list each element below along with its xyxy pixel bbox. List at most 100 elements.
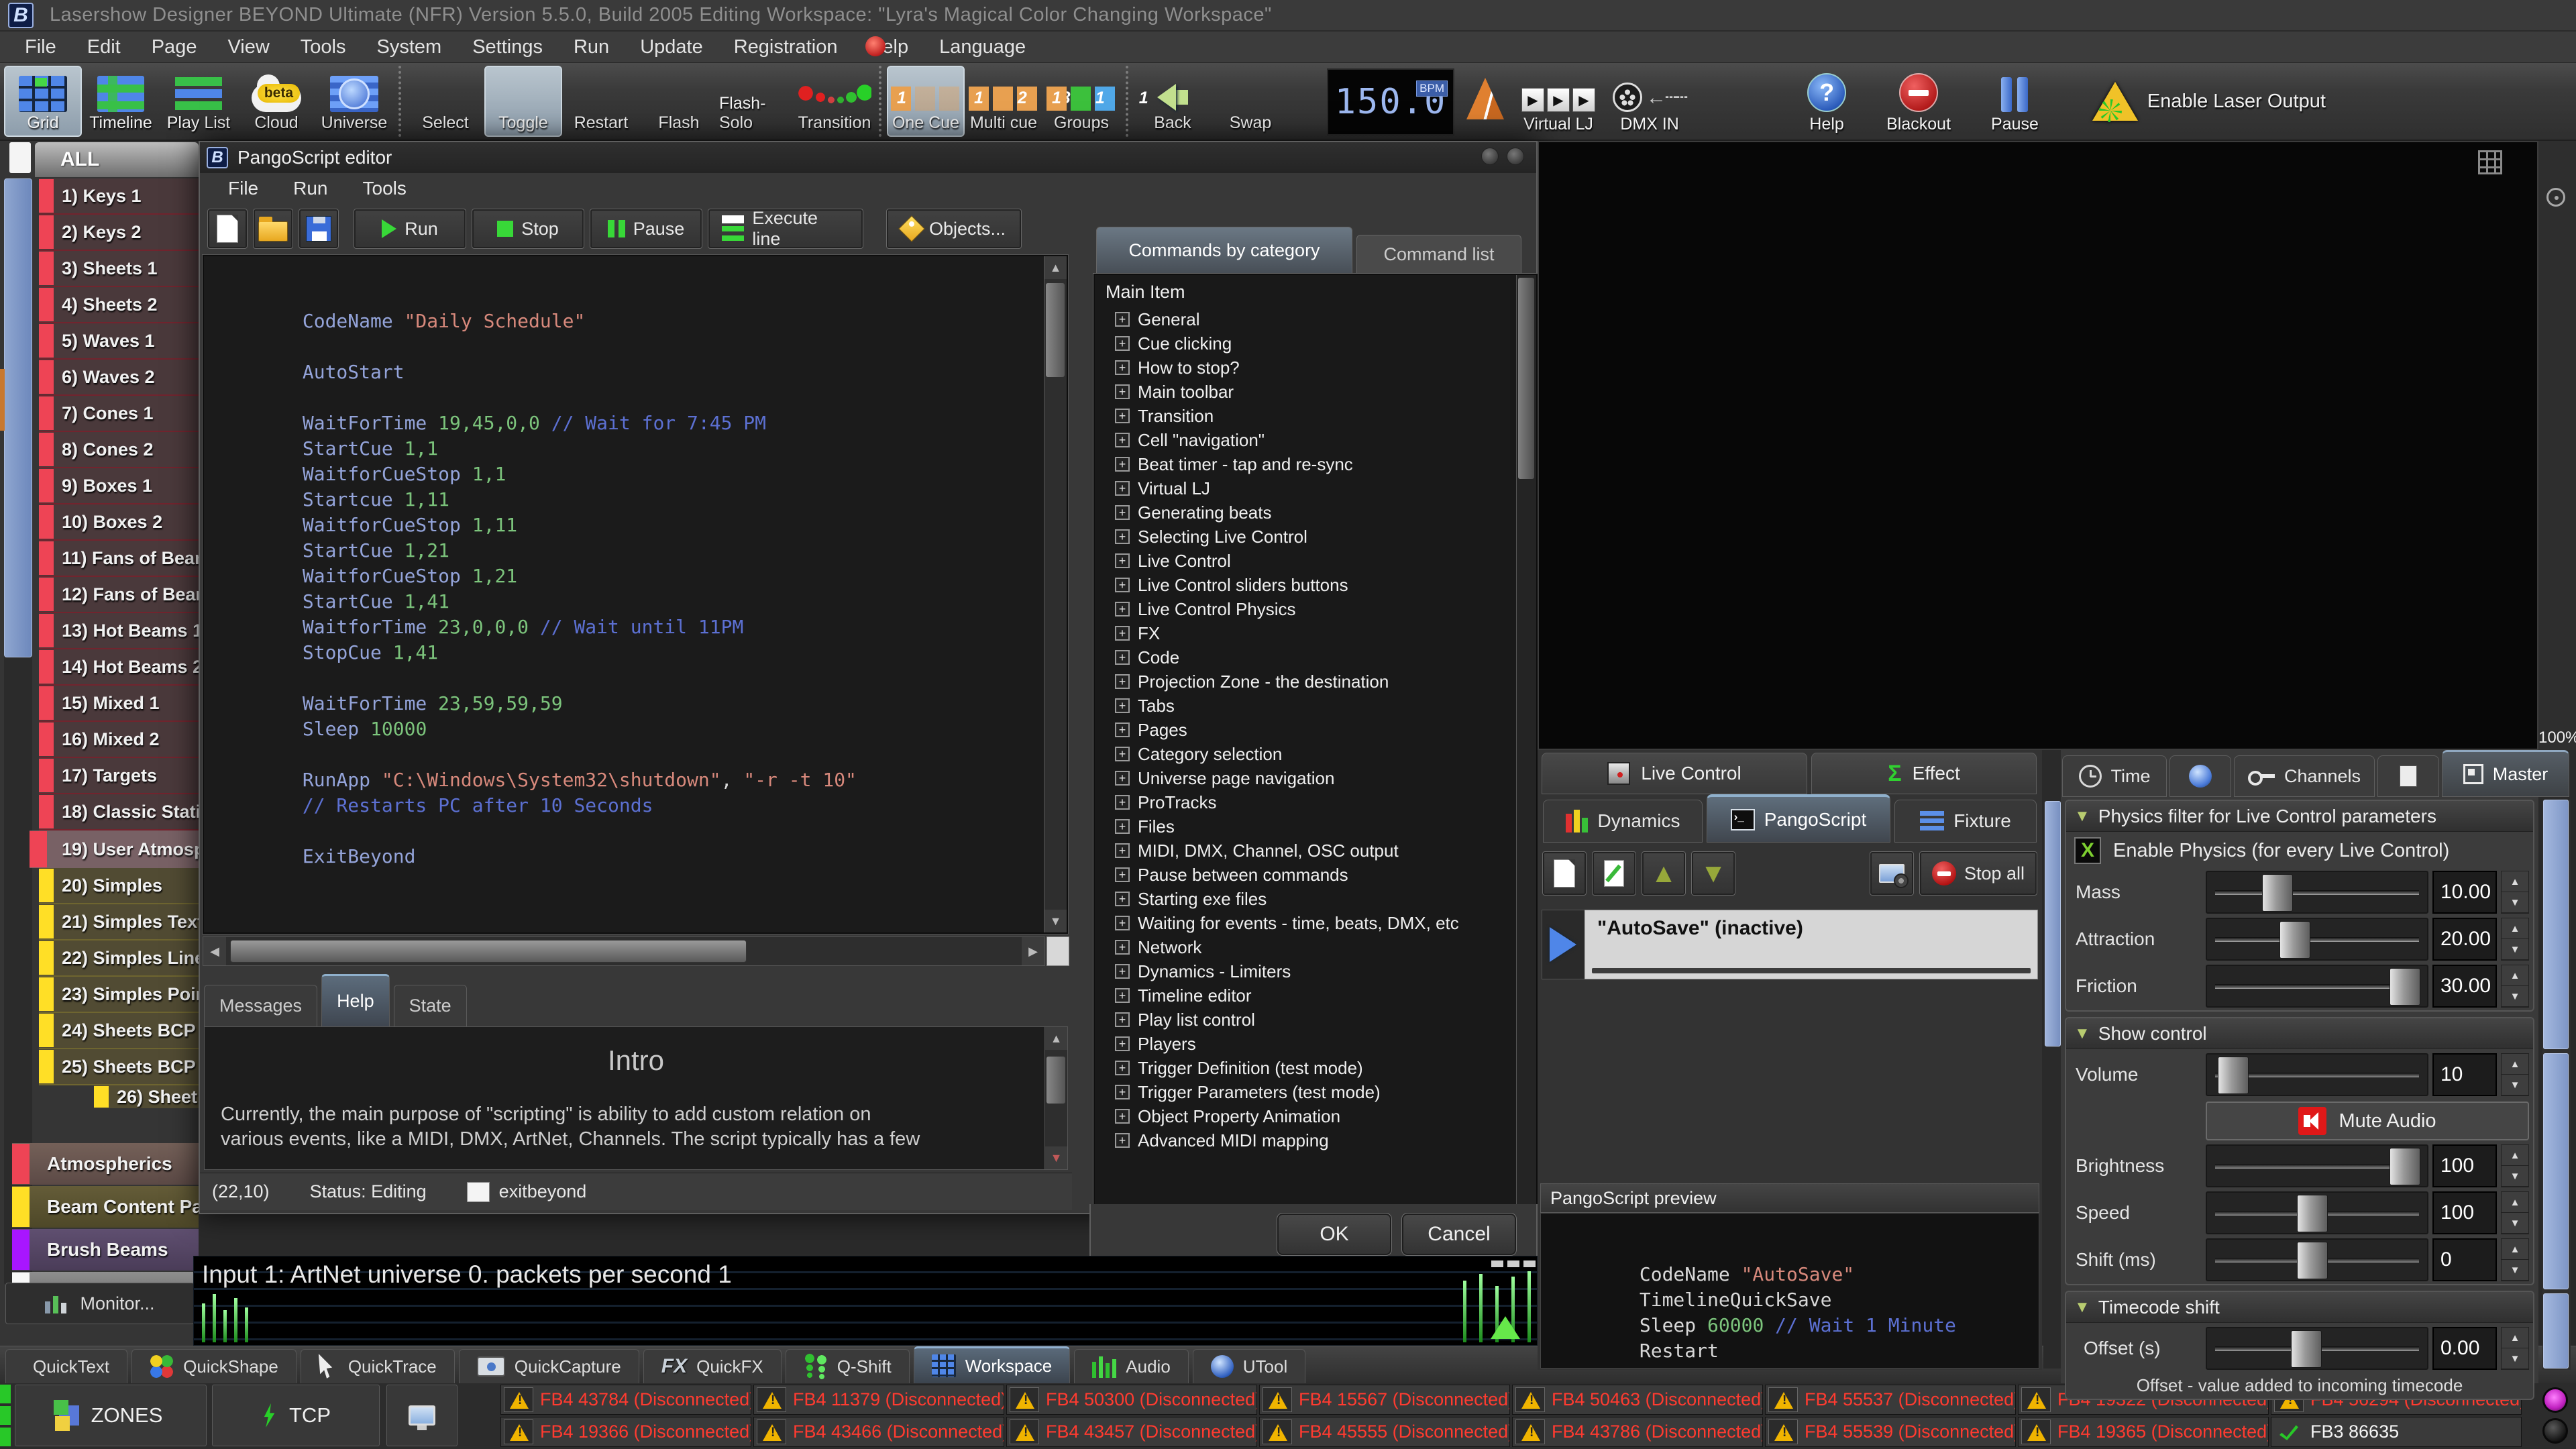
tab-live-control[interactable]: Live Control — [1542, 753, 1807, 794]
objects-button[interactable]: Objects... — [887, 209, 1021, 248]
tree-item[interactable]: + FX — [1106, 621, 1536, 645]
tab-messages[interactable]: Messages — [204, 985, 317, 1026]
tab-commands-by-category[interactable]: Commands by category — [1096, 227, 1352, 274]
tab-pages[interactable] — [2377, 755, 2439, 797]
expand-plus-icon[interactable]: + — [1115, 1133, 1130, 1148]
toolbar-button[interactable]: Play List — [160, 66, 237, 137]
device-cell[interactable]: FB4 19365 (Disconnected) — [2018, 1417, 2269, 1447]
page-list-item[interactable]: 8) Cones 2 — [39, 432, 199, 468]
monitor-button[interactable]: Monitor... — [5, 1283, 195, 1324]
tree-item[interactable]: + Live Control — [1106, 549, 1536, 573]
parameter-value[interactable]: 0 — [2432, 1238, 2497, 1281]
script-monitor-button[interactable] — [1870, 852, 1913, 895]
enable-laser-output-button[interactable]: Enable Laser Output — [2092, 66, 2326, 137]
commands-tree[interactable]: Main Item + General + Cue clicking + How… — [1093, 274, 1538, 1208]
all-tab[interactable]: ALL — [35, 142, 199, 177]
page-list-item[interactable]: 7) Cones 1 — [39, 396, 199, 432]
expand-plus-icon[interactable]: + — [1115, 1085, 1130, 1099]
category-item[interactable]: Beam Content Pack — [12, 1186, 199, 1228]
expand-plus-icon[interactable]: + — [1115, 722, 1130, 737]
category-item[interactable]: Atmospherics — [12, 1143, 199, 1185]
spin-down-icon[interactable]: ▼ — [2502, 1075, 2528, 1095]
tree-item[interactable]: + MIDI, DMX, Channel, OSC output — [1106, 839, 1536, 863]
page-list-item[interactable]: 4) Sheets 2 — [39, 287, 199, 323]
scroll-down-arrow-icon[interactable]: ▼ — [1044, 910, 1067, 932]
expand-plus-icon[interactable]: + — [1115, 1109, 1130, 1124]
spin-down-icon[interactable]: ▼ — [2502, 1166, 2528, 1187]
tree-item[interactable]: + Tabs — [1106, 694, 1536, 718]
live-panel-scroll-thumb[interactable] — [2045, 801, 2061, 1046]
slider-thumb[interactable] — [2390, 968, 2420, 1006]
tree-item[interactable]: + Category selection — [1106, 742, 1536, 766]
editor-close-button[interactable] — [1507, 148, 1524, 165]
spin-down-icon[interactable]: ▼ — [2502, 986, 2528, 1007]
expand-plus-icon[interactable]: + — [1115, 529, 1130, 544]
page-list-item[interactable]: 14) Hot Beams 2 — [39, 649, 199, 686]
device-cell[interactable]: FB4 45555 (Disconnected) — [1259, 1417, 1510, 1447]
tree-item[interactable]: + Code — [1106, 645, 1536, 669]
stop-all-button[interactable]: Stop all — [1920, 852, 2037, 895]
expand-plus-icon[interactable]: + — [1115, 602, 1130, 616]
expand-plus-icon[interactable]: + — [1115, 940, 1130, 955]
editor-menu-item[interactable]: Tools — [345, 178, 424, 199]
dmx-in-button[interactable]: ←┄┄ DMX IN — [1613, 66, 1686, 137]
slider-thumb[interactable] — [2279, 921, 2310, 959]
device-cell[interactable]: FB4 55537 (Disconnected) — [1765, 1385, 2016, 1415]
expand-plus-icon[interactable]: + — [1115, 626, 1130, 641]
device-cell[interactable]: FB4 19366 (Disconnected) — [500, 1417, 751, 1447]
expand-plus-icon[interactable]: + — [1115, 771, 1130, 786]
expand-panel-arrow-icon[interactable] — [1491, 1316, 1520, 1339]
page-list-item[interactable]: 23) Simples Point — [39, 977, 199, 1013]
slider-thumb[interactable] — [2262, 874, 2293, 912]
page-list-item[interactable]: 6) Waves 2 — [39, 360, 199, 396]
pause-script-button[interactable]: Pause — [590, 209, 702, 248]
move-down-button[interactable]: ▼ — [1692, 852, 1735, 895]
bottom-tab[interactable]: QuickFX — [643, 1349, 782, 1383]
device-cell[interactable]: FB4 43466 (Disconnected) — [753, 1417, 1004, 1447]
parameter-value[interactable]: 100 — [2432, 1191, 2497, 1234]
expand-plus-icon[interactable]: + — [1115, 795, 1130, 810]
parameter-value[interactable]: 10.00 — [2432, 871, 2497, 914]
mute-audio-button[interactable]: Mute Audio — [2206, 1102, 2529, 1140]
tree-item[interactable]: + ProTracks — [1106, 790, 1536, 814]
toolbar-button[interactable]: Flash — [640, 66, 718, 137]
expand-plus-icon[interactable]: + — [1115, 1061, 1130, 1075]
virtual-lj-button[interactable]: ▶▶▶ Virtual LJ — [1521, 66, 1595, 137]
tab-pangoscript[interactable]: PangoScript — [1707, 794, 1890, 843]
tree-item[interactable]: + Pause between commands — [1106, 863, 1536, 887]
tree-item[interactable]: + Generating beats — [1106, 500, 1536, 525]
expand-plus-icon[interactable]: + — [1115, 336, 1130, 351]
tab-command-list[interactable]: Command list — [1356, 235, 1521, 274]
tree-item[interactable]: + Live Control Physics — [1106, 597, 1536, 621]
slider-thumb[interactable] — [2390, 1148, 2420, 1185]
spin-down-icon[interactable]: ▼ — [2502, 939, 2528, 960]
tree-item[interactable]: + Trigger Parameters (test mode) — [1106, 1080, 1536, 1104]
tree-item[interactable]: + Live Control sliders buttons — [1106, 573, 1536, 597]
tree-item[interactable]: + Object Property Animation — [1106, 1104, 1536, 1128]
parameter-spinner[interactable]: ▲▼ — [2501, 918, 2529, 961]
device-cell[interactable]: FB4 43457 (Disconnected) — [1006, 1417, 1257, 1447]
spin-down-icon[interactable]: ▼ — [2502, 1348, 2528, 1369]
expand-plus-icon[interactable]: + — [1115, 578, 1130, 592]
master-scroll-thumb[interactable] — [2543, 800, 2569, 1049]
toolbar-button[interactable]: One Cue — [887, 66, 965, 137]
tree-item[interactable]: + Universe page navigation — [1106, 766, 1536, 790]
expand-plus-icon[interactable]: + — [1115, 747, 1130, 761]
volume-slider[interactable] — [2206, 1053, 2428, 1096]
menu-item[interactable]: Update — [625, 36, 718, 58]
ok-button[interactable]: OK — [1277, 1214, 1391, 1255]
tree-item[interactable]: + Transition — [1106, 404, 1536, 428]
expand-plus-icon[interactable]: + — [1115, 819, 1130, 834]
device-cell[interactable]: FB4 50300 (Disconnected) — [1006, 1385, 1257, 1415]
toolbar-button[interactable]: Toggle — [484, 66, 562, 137]
device-cell[interactable]: FB4 43784 (Disconnected) — [500, 1385, 751, 1415]
parameter-value[interactable]: 20.00 — [2432, 918, 2497, 961]
spin-down-icon[interactable]: ▼ — [2502, 892, 2528, 913]
cancel-button[interactable]: Cancel — [1402, 1214, 1516, 1255]
spin-up-icon[interactable]: ▲ — [2502, 918, 2528, 939]
menu-item[interactable]: View — [212, 36, 284, 58]
spin-up-icon[interactable]: ▲ — [2502, 1145, 2528, 1166]
toolbar-button[interactable]: Select — [407, 66, 484, 137]
help-button[interactable]: ? Help — [1807, 66, 1846, 137]
tree-item[interactable]: + Projection Zone - the destination — [1106, 669, 1536, 694]
